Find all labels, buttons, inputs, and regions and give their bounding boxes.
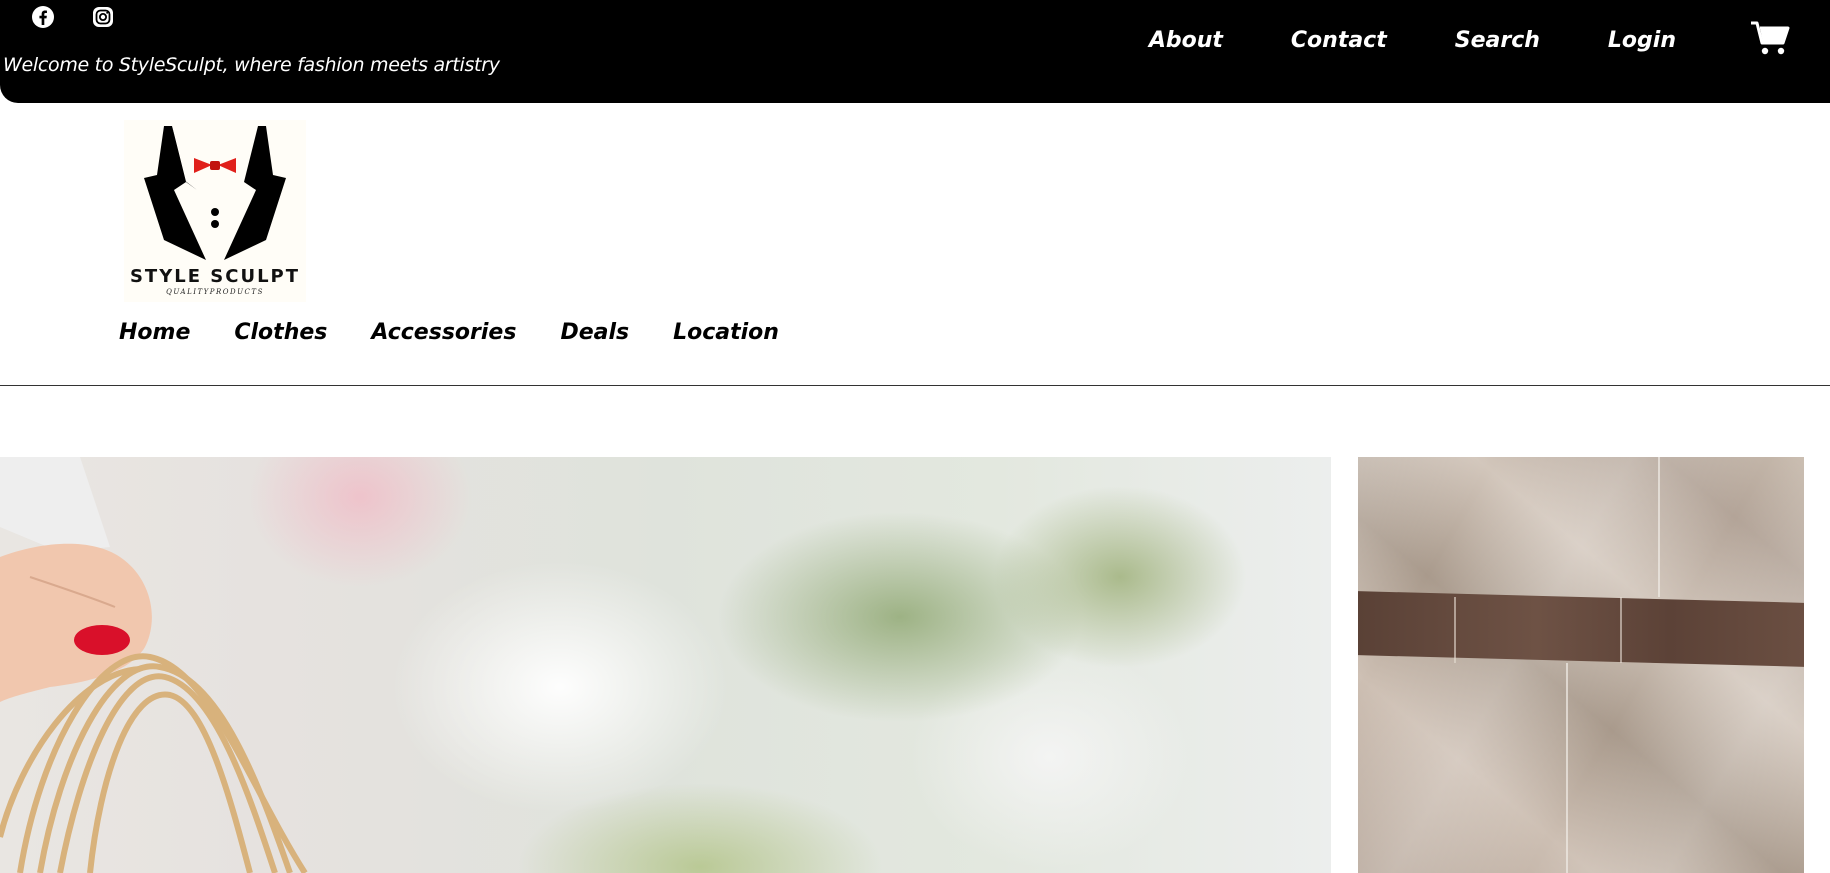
welcome-text: Welcome to StyleSculpt, where fashion me… [3, 54, 500, 76]
tile-seam [1620, 597, 1622, 663]
brand-logo[interactable]: STYLE SCULPT QUALITYPRODUCTS [124, 120, 306, 302]
social-links [30, 4, 116, 30]
top-nav: About Contact Search Login [1149, 28, 1676, 53]
facebook-icon[interactable] [30, 4, 56, 30]
marble-band [1358, 591, 1804, 667]
nav-link-login[interactable]: Login [1608, 28, 1676, 53]
tile-seam [1454, 597, 1456, 663]
nav-link-location[interactable]: Location [673, 320, 779, 345]
shopping-bag-hand-image [0, 457, 308, 873]
tile-seam [1566, 663, 1568, 873]
header-divider [0, 385, 1830, 386]
nav-link-clothes[interactable]: Clothes [234, 320, 327, 345]
cart-icon[interactable] [1750, 20, 1790, 56]
logo-subtitle: QUALITYPRODUCTS [166, 288, 264, 296]
main-nav: Home Clothes Accessories Deals Location [119, 320, 779, 345]
instagram-icon[interactable] [90, 4, 116, 30]
top-bar: Welcome to StyleSculpt, where fashion me… [0, 0, 1830, 103]
hero-image-shopping [0, 457, 1331, 873]
nav-link-about[interactable]: About [1149, 28, 1223, 53]
logo-title: STYLE SCULPT [129, 266, 301, 287]
nav-link-deals[interactable]: Deals [560, 320, 629, 345]
nav-link-search[interactable]: Search [1455, 28, 1540, 53]
nav-link-home[interactable]: Home [119, 320, 190, 345]
tile-seam [1658, 457, 1660, 597]
nav-link-accessories[interactable]: Accessories [371, 320, 516, 345]
nav-link-contact[interactable]: Contact [1291, 28, 1387, 53]
tuxedo-icon [144, 126, 286, 260]
hero-image-marble [1358, 457, 1804, 873]
